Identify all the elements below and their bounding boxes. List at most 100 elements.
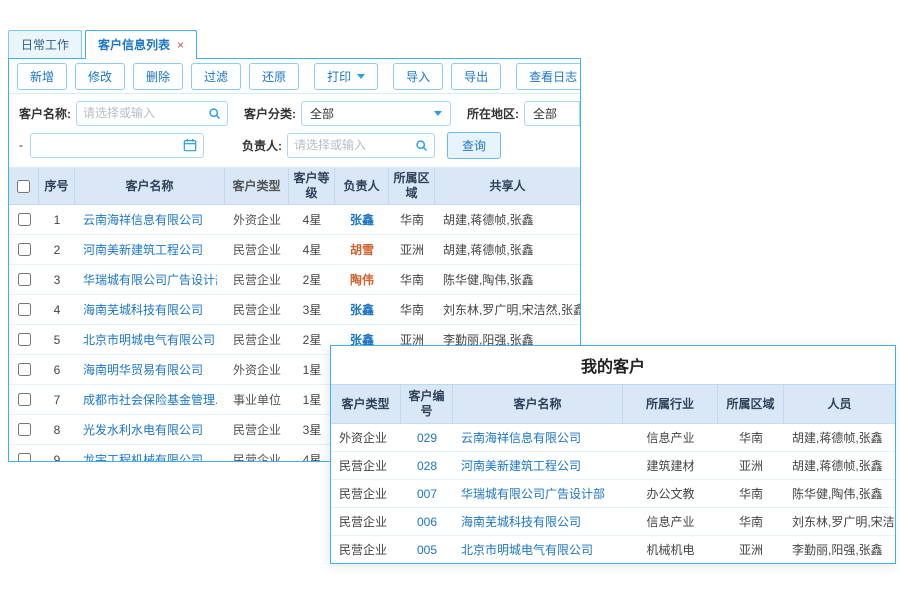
- district-select[interactable]: 全部: [524, 101, 580, 126]
- owner-input[interactable]: [287, 133, 435, 158]
- person-cell: 胡建,蒋德帧,张鑫: [784, 452, 895, 479]
- shared-people-cell: 胡建,蒋德帧,张鑫: [435, 235, 580, 264]
- export-button[interactable]: 导出: [451, 63, 501, 90]
- customer-code-link[interactable]: 028: [417, 459, 437, 473]
- customer-code-link[interactable]: 007: [417, 487, 437, 501]
- filter-button[interactable]: 过滤: [191, 63, 241, 90]
- customer-name-link[interactable]: 河南美新建筑工程公司: [83, 241, 203, 258]
- row-checkbox-cell: [9, 325, 39, 354]
- customer-type-cell: 民营企业: [225, 325, 289, 354]
- search-icon[interactable]: [208, 107, 221, 120]
- customer-level-cell: 2星: [289, 325, 335, 354]
- col-header-customer-type: 客户类型: [225, 168, 289, 204]
- select-all-checkbox[interactable]: [17, 180, 30, 193]
- customer-name-link[interactable]: 海南芜城科技有限公司: [83, 301, 203, 318]
- person-cell: 陈华健,陶伟,张鑫: [784, 480, 895, 507]
- search-icon[interactable]: [415, 139, 428, 152]
- row-checkbox-cell: [9, 385, 39, 414]
- industry-cell: 办公文教: [623, 480, 718, 507]
- calendar-icon[interactable]: [183, 138, 197, 152]
- col-header-industry: 所属行业: [623, 385, 718, 423]
- row-checkbox[interactable]: [18, 273, 31, 286]
- row-checkbox[interactable]: [18, 393, 31, 406]
- print-button-label: 打印: [327, 68, 351, 85]
- customer-level-cell: 4星: [289, 205, 335, 234]
- customer-code-link[interactable]: 029: [417, 431, 437, 445]
- date-field[interactable]: [37, 138, 179, 152]
- owner-field[interactable]: [294, 138, 411, 152]
- customer-code-link[interactable]: 006: [417, 515, 437, 529]
- owner-link[interactable]: 张鑫: [350, 301, 374, 318]
- customer-name-link[interactable]: 成都市社会保险基金管理...: [83, 391, 217, 408]
- customer-name-link[interactable]: 海南芜城科技有限公司: [461, 513, 581, 530]
- row-checkbox[interactable]: [18, 423, 31, 436]
- print-button[interactable]: 打印: [314, 63, 378, 90]
- customer-name-link[interactable]: 北京市明城电气有限公司: [83, 331, 215, 348]
- customer-name-field[interactable]: [83, 106, 204, 120]
- region-cell: 华南: [718, 508, 784, 535]
- date-input[interactable]: [30, 133, 204, 158]
- customer-name-link[interactable]: 华瑞城有限公司广告设计部: [461, 485, 605, 502]
- customer-level-cell: 1星: [289, 385, 335, 414]
- col-header-region: 所属区域: [718, 385, 784, 423]
- customer-name-link[interactable]: 河南美新建筑工程公司: [461, 457, 581, 474]
- customer-type-cell: 民营企业: [225, 445, 289, 462]
- owner-link[interactable]: 张鑫: [350, 211, 374, 228]
- row-checkbox-cell: [9, 295, 39, 324]
- table-row[interactable]: 4 海南芜城科技有限公司 民营企业 3星 张鑫 华南 刘东林,罗广明,宋洁然,张…: [9, 295, 580, 325]
- delete-button[interactable]: 删除: [133, 63, 183, 90]
- my-customers-panel: 我的客户 客户类型 客户编号 客户名称 所属行业 所属区域 人员 外资企业 02…: [330, 345, 896, 564]
- row-number: 9: [39, 445, 75, 462]
- customer-type-cell: 民营企业: [225, 295, 289, 324]
- my-customer-row[interactable]: 民营企业 028 河南美新建筑工程公司 建筑建材 亚洲 胡建,蒋德帧,张鑫: [331, 452, 895, 480]
- industry-cell: 信息产业: [623, 508, 718, 535]
- filter-area: 客户名称: 客户分类: 全部 所在地区: 全部: [9, 94, 580, 168]
- customer-level-cell: 4星: [289, 235, 335, 264]
- col-header-customer-level: 客户等级: [289, 168, 335, 204]
- customer-name-link[interactable]: 海南明华贸易有限公司: [83, 361, 203, 378]
- table-row[interactable]: 1 云南海祥信息有限公司 外资企业 4星 张鑫 华南 胡建,蒋德帧,张鑫: [9, 205, 580, 235]
- toolbar: 新增 修改 删除 过滤 还原 打印 导入 导出 查看日志: [9, 59, 580, 94]
- row-number: 6: [39, 355, 75, 384]
- query-button[interactable]: 查询: [447, 132, 501, 159]
- my-customer-row[interactable]: 民营企业 005 北京市明城电气有限公司 机械机电 亚洲 李勤丽,阳强,张鑫: [331, 536, 895, 563]
- table-row[interactable]: 3 华瑞城有限公司广告设计部 民营企业 2星 陶伟 华南 陈华健,陶伟,张鑫: [9, 265, 580, 295]
- import-button[interactable]: 导入: [393, 63, 443, 90]
- row-checkbox[interactable]: [18, 453, 31, 462]
- customer-code-link[interactable]: 005: [417, 543, 437, 557]
- restore-button[interactable]: 还原: [249, 63, 299, 90]
- chevron-down-icon: [357, 74, 365, 79]
- view-log-button[interactable]: 查看日志: [516, 63, 581, 90]
- owner-link[interactable]: 陶伟: [350, 271, 374, 288]
- close-tab-icon[interactable]: ×: [177, 38, 184, 52]
- customer-category-select[interactable]: 全部: [301, 101, 451, 126]
- row-checkbox[interactable]: [18, 303, 31, 316]
- tab-daily-work[interactable]: 日常工作: [8, 30, 82, 58]
- row-checkbox[interactable]: [18, 363, 31, 376]
- customer-category-label: 客户分类:: [244, 105, 296, 122]
- customer-name-link[interactable]: 光发水利水电有限公司: [83, 421, 203, 438]
- edit-button[interactable]: 修改: [75, 63, 125, 90]
- tab-customer-list[interactable]: 客户信息列表×: [85, 30, 197, 59]
- my-customer-row[interactable]: 民营企业 006 海南芜城科技有限公司 信息产业 华南 刘东林,罗广明,宋洁然.…: [331, 508, 895, 536]
- customer-level-cell: 4星: [289, 445, 335, 462]
- row-checkbox[interactable]: [18, 213, 31, 226]
- my-customer-row[interactable]: 民营企业 007 华瑞城有限公司广告设计部 办公文教 华南 陈华健,陶伟,张鑫: [331, 480, 895, 508]
- region-cell: 华南: [389, 295, 435, 324]
- customer-name-link[interactable]: 云南海祥信息有限公司: [461, 429, 581, 446]
- row-number: 8: [39, 415, 75, 444]
- customer-name-link[interactable]: 华瑞城有限公司广告设计部: [83, 271, 217, 288]
- industry-cell: 建筑建材: [623, 452, 718, 479]
- my-customer-row[interactable]: 外资企业 029 云南海祥信息有限公司 信息产业 华南 胡建,蒋德帧,张鑫: [331, 424, 895, 452]
- owner-link[interactable]: 胡雪: [350, 241, 374, 258]
- customer-name-link[interactable]: 云南海祥信息有限公司: [83, 211, 203, 228]
- customer-level-cell: 1星: [289, 355, 335, 384]
- new-button[interactable]: 新增: [17, 63, 67, 90]
- row-checkbox[interactable]: [18, 333, 31, 346]
- table-row[interactable]: 2 河南美新建筑工程公司 民营企业 4星 胡雪 亚洲 胡建,蒋德帧,张鑫: [9, 235, 580, 265]
- row-checkbox[interactable]: [18, 243, 31, 256]
- my-customers-title: 我的客户: [331, 346, 895, 384]
- customer-name-input[interactable]: [76, 101, 228, 126]
- customer-name-link[interactable]: 北京市明城电气有限公司: [461, 541, 593, 558]
- customer-name-link[interactable]: 龙宇工程机械有限公司: [83, 451, 203, 462]
